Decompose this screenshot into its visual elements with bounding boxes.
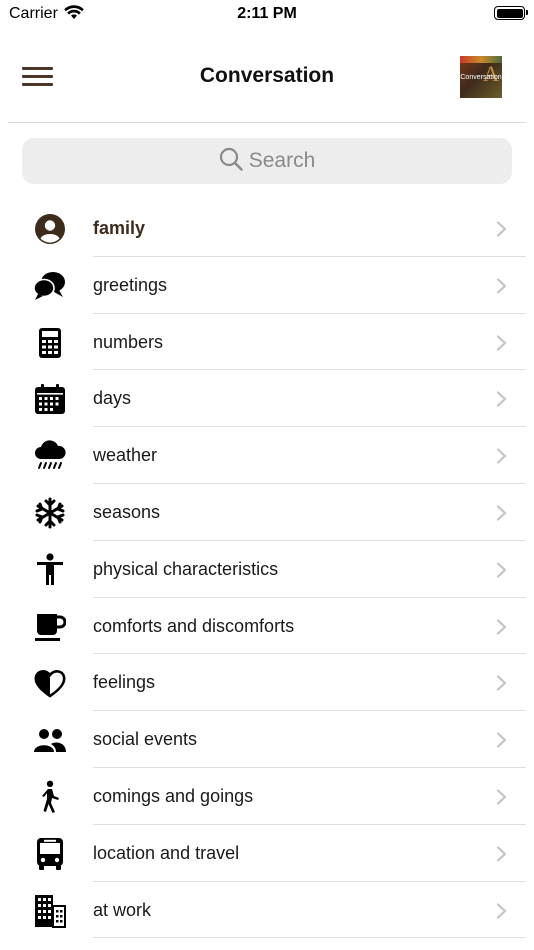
cloud-rain-icon bbox=[32, 439, 68, 473]
navigation-bar: Conversation A Conversation bbox=[0, 34, 534, 122]
list-item-label: social events bbox=[93, 729, 198, 750]
header-divider bbox=[8, 122, 526, 123]
row-separator bbox=[93, 937, 526, 939]
list-item[interactable]: days bbox=[0, 370, 534, 428]
chevron-right-icon bbox=[496, 562, 508, 578]
half-heart-icon bbox=[32, 666, 68, 700]
status-time: 2:11 PM bbox=[237, 5, 297, 22]
battery-icon bbox=[494, 6, 528, 20]
list-item[interactable]: comings and goings bbox=[0, 768, 534, 825]
search-icon bbox=[219, 147, 243, 176]
list-item-label: comforts and discomforts bbox=[93, 615, 295, 636]
list-item[interactable]: family bbox=[0, 200, 534, 257]
list-item[interactable]: greetings bbox=[0, 257, 534, 314]
list-item[interactable]: social events bbox=[0, 711, 534, 768]
calculator-icon bbox=[32, 326, 68, 360]
people-icon bbox=[32, 723, 68, 757]
list-item[interactable]: numbers bbox=[0, 314, 534, 371]
list-item-label: family bbox=[93, 218, 146, 238]
list-item[interactable]: location and travel bbox=[0, 825, 534, 882]
chevron-right-icon bbox=[496, 448, 508, 464]
chevron-right-icon bbox=[496, 675, 508, 691]
list-item[interactable]: weather bbox=[0, 427, 534, 484]
chevron-right-icon bbox=[496, 278, 508, 294]
chevron-right-icon bbox=[496, 221, 508, 237]
list-item-label: days bbox=[93, 388, 132, 409]
coffee-cup-icon bbox=[32, 610, 68, 644]
search-placeholder: Search bbox=[248, 149, 316, 172]
list-item-label: greetings bbox=[93, 274, 168, 295]
chevron-right-icon bbox=[496, 505, 508, 521]
list-item[interactable]: at work bbox=[0, 882, 534, 939]
list-item-label: at work bbox=[93, 899, 152, 920]
list-item-label: feelings bbox=[93, 672, 156, 693]
human-figure-icon bbox=[32, 553, 68, 587]
list-item-label: numbers bbox=[93, 331, 164, 352]
topic-list: family greetings numbers days weather seasons… bbox=[0, 200, 534, 939]
list-item-label: location and travel bbox=[93, 842, 240, 863]
buildings-icon bbox=[32, 894, 68, 928]
calendar-icon bbox=[32, 382, 68, 416]
chevron-right-icon bbox=[496, 618, 508, 635]
chevron-right-icon bbox=[496, 391, 508, 407]
page-title: Conversation bbox=[199, 64, 335, 87]
list-item-label: seasons bbox=[93, 501, 161, 522]
list-item[interactable]: seasons bbox=[0, 484, 534, 541]
chevron-right-icon bbox=[496, 846, 508, 862]
list-item[interactable]: physical characteristics bbox=[0, 541, 534, 598]
app-logo: A Conversation bbox=[460, 56, 502, 98]
person-circle-icon bbox=[32, 212, 68, 246]
snowflake-icon bbox=[32, 496, 68, 530]
chevron-right-icon bbox=[496, 902, 508, 919]
bus-icon bbox=[32, 837, 68, 871]
list-item-label: weather bbox=[93, 445, 158, 466]
chevron-right-icon bbox=[496, 334, 508, 351]
status-bar: Carrier 2:11 PM bbox=[0, 0, 534, 30]
list-item-label: physical characteristics bbox=[93, 558, 279, 579]
search-field[interactable]: Search bbox=[22, 138, 512, 184]
chevron-right-icon bbox=[496, 789, 508, 805]
list-item[interactable]: feelings bbox=[0, 654, 534, 712]
speech-bubbles-icon bbox=[32, 269, 68, 303]
chevron-right-icon bbox=[496, 732, 508, 748]
walking-person-icon bbox=[32, 780, 68, 814]
list-item-label: comings and goings bbox=[93, 785, 254, 806]
list-item[interactable]: comforts and discomforts bbox=[0, 598, 534, 655]
